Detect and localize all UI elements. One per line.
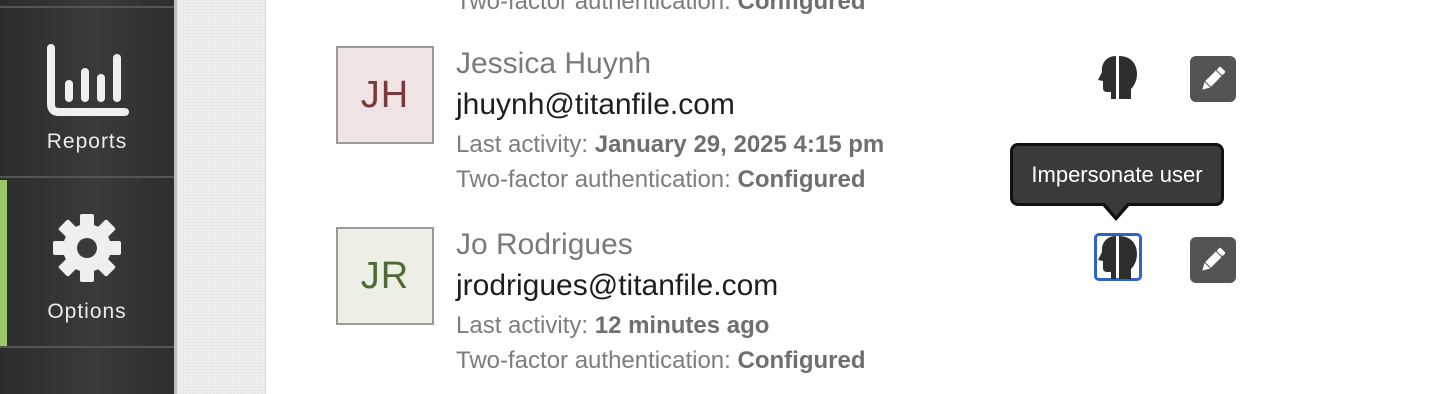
bar-chart-icon (0, 44, 174, 116)
twofa-label: Two-factor authentication: (456, 166, 731, 193)
tooltip-arrow-fill (1105, 203, 1127, 216)
twofa-status: Two-factor authentication: Configured (456, 347, 865, 375)
user-email: jhuynh@titanfile.com (456, 88, 735, 121)
last-activity-label: Last activity: (456, 131, 589, 158)
twofa-value: Configured (737, 0, 866, 15)
content-gutter (177, 0, 265, 394)
last-activity-label: Last activity: (456, 312, 589, 339)
twofa-value: Configured (737, 166, 866, 193)
twofa-label: Two-factor authentication: (456, 347, 731, 374)
avatar: JH (336, 46, 434, 144)
pencil-icon (1202, 247, 1226, 271)
last-activity-value: 12 minutes ago (594, 312, 770, 339)
last-activity: Last activity: January 29, 2025 4:15 pm (456, 131, 884, 159)
sidebar-item-label: Options (47, 300, 127, 323)
tooltip-text: Impersonate user (1031, 161, 1203, 187)
twofa-value: Configured (737, 347, 866, 374)
user-name: Jo Rodrigues (456, 228, 633, 261)
user-email: jrodrigues@titanfile.com (456, 269, 779, 302)
edit-user-button[interactable] (1190, 56, 1236, 102)
twofa-label: Two-factor authentication: (456, 0, 731, 15)
pencil-icon (1202, 66, 1226, 90)
avatar: JR (336, 227, 434, 325)
edit-user-button[interactable] (1190, 237, 1236, 283)
sidebar-item-options[interactable]: Options (0, 180, 174, 346)
avatar-initials: JR (360, 254, 410, 297)
user-name: Jessica Huynh (456, 47, 652, 80)
impersonate-user-button[interactable] (1094, 233, 1142, 281)
impersonate-user-button[interactable] (1094, 53, 1142, 101)
sidebar-divider (0, 176, 174, 178)
twofa-status: Two-factor authentication: Configured (456, 0, 865, 16)
gutter-divider (265, 0, 266, 394)
avatar-initials: JH (360, 73, 410, 116)
sidebar-item-label: Reports (46, 130, 128, 153)
last-activity-value: January 29, 2025 4:15 pm (594, 131, 885, 158)
last-activity: Last activity: 12 minutes ago (456, 312, 769, 340)
gear-icon (0, 212, 174, 284)
impersonate-icon (1098, 236, 1137, 279)
sidebar-item-reports[interactable]: Reports (0, 8, 174, 176)
twofa-status: Two-factor authentication: Configured (456, 166, 865, 194)
impersonate-icon (1098, 56, 1137, 99)
sidebar-divider (0, 346, 174, 348)
impersonate-tooltip: Impersonate user (1010, 143, 1224, 206)
